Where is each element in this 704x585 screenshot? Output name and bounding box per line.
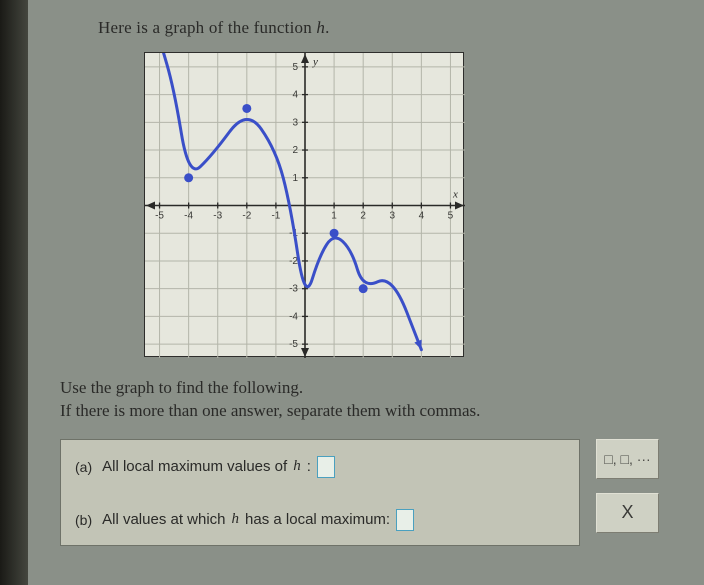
svg-text:-3: -3 (213, 211, 222, 222)
clear-button[interactable]: X (596, 493, 659, 533)
svg-text:-5: -5 (155, 211, 164, 222)
svg-text:-5: -5 (289, 339, 298, 350)
svg-text:-2: -2 (242, 211, 251, 222)
intro-text: Here is a graph of the function h. (98, 18, 704, 38)
function-graph: -5-4-3-2-112345-5-4-3-2-112345yx (145, 53, 465, 358)
part-b-row: (b) All values at which h has a local ma… (61, 493, 579, 545)
part-b-fn: h (232, 511, 240, 528)
part-a-text-post: : (307, 458, 311, 475)
instructions-line1: Use the graph to find the following. (60, 378, 303, 397)
answers-box: (a) All local maximum values of h: (b) A… (60, 439, 580, 546)
part-b-text-pre: All values at which (102, 511, 225, 528)
graph-frame: -5-4-3-2-112345-5-4-3-2-112345yx (144, 52, 464, 357)
svg-text:5: 5 (292, 62, 298, 73)
list-format-label: □, □, ··· (604, 451, 650, 467)
part-b-text-post: has a local maximum: (245, 511, 390, 528)
list-format-button[interactable]: □, □, ··· (596, 439, 659, 479)
intro-prefix: Here is a graph of the function (98, 18, 316, 37)
svg-text:-3: -3 (289, 284, 298, 295)
instructions: Use the graph to find the following. If … (60, 377, 704, 423)
svg-text:3: 3 (292, 117, 298, 128)
svg-text:5: 5 (448, 211, 454, 222)
svg-text:3: 3 (389, 211, 395, 222)
svg-text:2: 2 (292, 145, 298, 156)
svg-text:-4: -4 (289, 311, 298, 322)
instructions-line2: If there is more than one answer, separa… (60, 401, 480, 420)
svg-text:-4: -4 (184, 211, 193, 222)
svg-text:2: 2 (360, 211, 366, 222)
svg-text:4: 4 (419, 211, 425, 222)
svg-text:y: y (312, 56, 318, 68)
part-b-label: (b) (75, 512, 92, 528)
part-b-input[interactable] (396, 509, 414, 531)
part-a-row: (a) All local maximum values of h: (61, 440, 579, 492)
intro-suffix: . (325, 18, 329, 37)
part-a-label: (a) (75, 459, 92, 475)
part-a-fn: h (293, 458, 301, 475)
part-a-text-pre: All local maximum values of (102, 458, 287, 475)
svg-text:4: 4 (292, 90, 298, 101)
intro-fn: h (316, 18, 325, 37)
svg-text:1: 1 (331, 211, 337, 222)
svg-text:-1: -1 (271, 211, 280, 222)
clear-label: X (621, 502, 633, 523)
svg-text:1: 1 (292, 173, 298, 184)
svg-text:x: x (452, 189, 458, 201)
part-a-input[interactable] (317, 456, 335, 478)
